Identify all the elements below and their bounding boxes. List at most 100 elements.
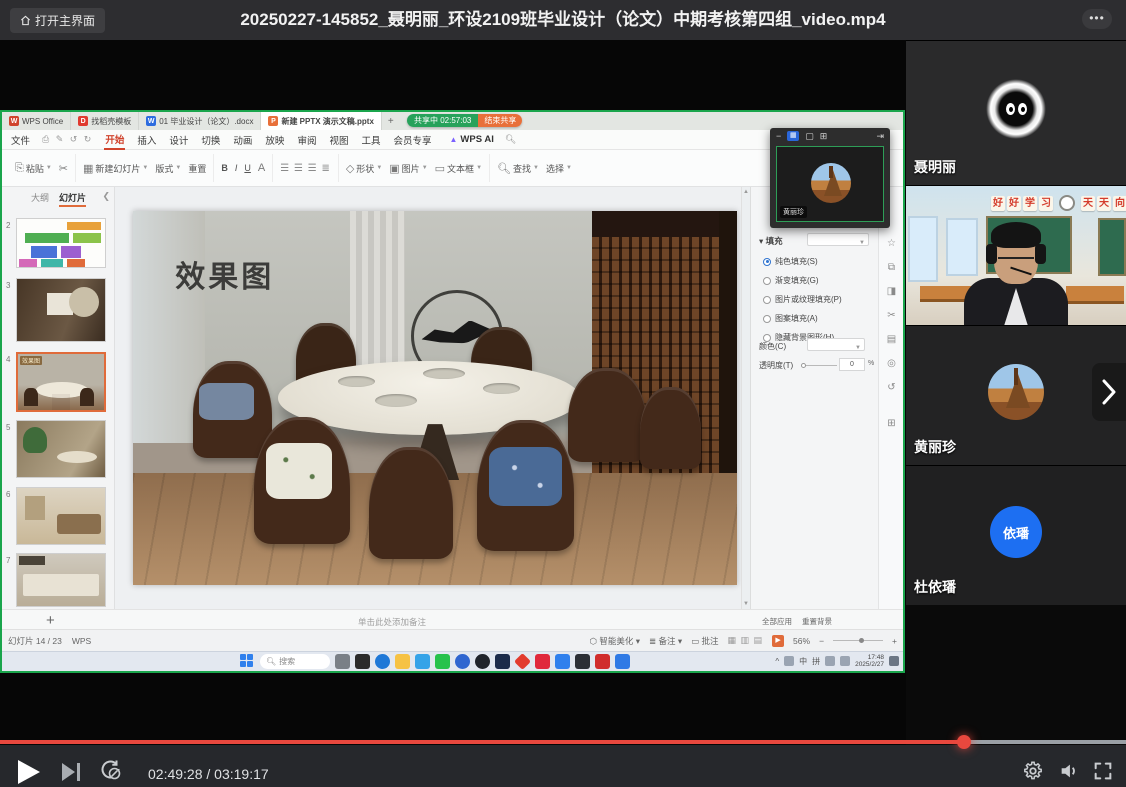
picture-icon: ▣ [389, 162, 399, 175]
menu-design: 设计 [168, 131, 189, 149]
banner-char-card: 向 [1113, 196, 1126, 211]
slide-group: ▦ 新建幻灯片 ▼ 版式 ▼ 重置 [76, 154, 214, 182]
radio-selected-icon [763, 258, 771, 266]
seek-bar[interactable] [0, 740, 1126, 744]
taskbar-clock: 17:48 2025/2/27 [855, 654, 884, 668]
slide-thumbnail-dark-interior [16, 278, 106, 342]
participant-tile-2-video[interactable]: 好 好 学 习 天 天 向 [906, 185, 1126, 325]
menu-search-icon: 🔍︎ [505, 134, 516, 145]
layers-icon: ◨ [885, 285, 898, 298]
wps-brand-label: WPS [72, 636, 91, 646]
fill-label: 填充 [766, 236, 783, 246]
tray-volume-icon [840, 656, 850, 666]
caret-icon: ▼ [566, 165, 572, 171]
menu-tools: 工具 [360, 131, 381, 149]
scroll-down-icon: ▼ [743, 601, 749, 607]
participant-tile-4[interactable]: 依璠 杜依璠 [906, 465, 1126, 605]
color-dropdown: ▼ [807, 338, 865, 351]
speaker-icon [1058, 760, 1080, 782]
participant-tile-1[interactable]: 聂明丽 [906, 40, 1126, 185]
wps-toolbar: ⎘ 粘贴 ▼ ✂ ▦ 新建幻灯片 ▼ 版式 ▼ [2, 150, 903, 187]
fill-option-label: 渐变填充(G) [775, 275, 819, 286]
add-slide-plus-button: + [46, 612, 55, 629]
classroom-window [946, 218, 978, 276]
person-glasses [998, 250, 1034, 259]
menu-review: 审阅 [296, 131, 317, 149]
caret-icon: ▼ [142, 165, 148, 171]
find-label: 查找 [513, 162, 531, 175]
settings-strip-icon: ⊞ [885, 417, 898, 430]
wps-ai-button: ▲ WPS AI [450, 134, 494, 145]
video-content[interactable]: W WPS Office D 找稻壳模板 W 01 毕业设计（论文）.docx … [0, 40, 906, 745]
settings-button[interactable] [1022, 760, 1044, 782]
slide-number: 3 [6, 281, 14, 290]
next-participants-button[interactable] [1092, 363, 1126, 421]
stop-sharing-badge: 结束共享 [478, 114, 522, 127]
collapse-right-icon: ⇥ [876, 131, 884, 142]
textbox-icon: ▭ [435, 162, 445, 175]
panel-icon: ▤ [885, 333, 898, 346]
table-dish [338, 376, 374, 387]
object-properties-panel: ▾ 填充 ▼ 纯色填充(S) 渐变填充(G) 图片或纹理填充(P) 图案填充(A… [750, 187, 878, 609]
chevron-right-icon [1101, 379, 1117, 405]
taskbar-app-icon [415, 654, 430, 669]
start-button [240, 654, 255, 669]
seek-bar-handle[interactable] [957, 735, 971, 749]
caret-icon: ▼ [533, 165, 539, 171]
sharing-status-badge: 共享中 02:57:03 [407, 114, 478, 127]
menu-member: 会员专享 [392, 131, 432, 149]
shape-button: ◇ 形状 ▼ [346, 162, 382, 175]
beautify-label: 智能美化 [599, 636, 633, 646]
mountain-shape [1006, 374, 1030, 408]
cushion-floral [266, 443, 332, 499]
time-display: 02:49:28 / 03:19:17 [148, 766, 269, 782]
history-icon: ↺ [885, 381, 898, 394]
paragraph-group: ☰ ☰ ☰ ≣ [273, 154, 339, 182]
window-icon: ▢ [805, 131, 814, 142]
taskbar-app-icon [514, 653, 531, 670]
minimize-icon: − [776, 131, 781, 141]
help-icon: ◎ [885, 357, 898, 370]
chair-shape [568, 368, 647, 462]
wps-menu-bar: 文件 ⎙ ✎ ↺ ↻ 开始 插入 设计 切换 动画 放映 审阅 视图 工具 会员… [2, 130, 903, 150]
panel-tabs: 大纲 幻灯片 [2, 191, 115, 207]
taskbar-app-icon [455, 654, 470, 669]
menu-transition: 切换 [200, 131, 221, 149]
new-slide-label: 新建幻灯片 [95, 162, 140, 175]
zoom-slider [833, 640, 883, 641]
bold-button: B [221, 163, 228, 173]
slide-canvas-image: 效果图 [133, 211, 737, 585]
loop-timer-button[interactable] [99, 758, 123, 782]
banner-char-card: 习 [1039, 196, 1053, 211]
banner-char-card: 天 [1097, 196, 1111, 211]
windows-taskbar: 🔍︎ 搜索 [2, 651, 903, 671]
docx-tab: W 01 毕业设计（论文）.docx [139, 112, 261, 130]
menu-insert: 插入 [136, 131, 157, 149]
color-label: 颜色(C) [759, 341, 786, 352]
taskbar-app-icon [615, 654, 630, 669]
radio-icon [763, 296, 771, 304]
paste-button: ⎘ 粘贴 ▼ [15, 162, 52, 175]
loop-timer-icon [99, 758, 123, 782]
next-icon-bar [77, 763, 80, 781]
fullscreen-button[interactable] [1092, 760, 1114, 782]
fill-option-picture: 图片或纹理填充(P) [763, 294, 842, 305]
notes-bar: + 单击此处添加备注 全部应用 重置背景 [2, 609, 903, 629]
slide-thumbnail-dining-selected: 效果图 [16, 352, 106, 412]
caret-icon: ▼ [422, 165, 428, 171]
menu-home: 开始 [104, 130, 125, 150]
slide-counter: 幻灯片 14 / 23 [8, 635, 62, 647]
participant-name: 杜依璠 [914, 577, 956, 597]
system-tray: ^ 中 拼 17:48 2025/2/27 [775, 654, 899, 668]
slide-number: 5 [6, 423, 14, 432]
more-options-button[interactable]: ••• [1082, 9, 1112, 29]
volume-button[interactable] [1058, 760, 1080, 782]
tower-shape [829, 166, 833, 178]
play-button[interactable] [18, 760, 40, 784]
slide-thumbnail-kitchen [16, 553, 106, 607]
percent-sign: % [868, 360, 874, 367]
view-mode-icons: ▦ ▥ ▤ [728, 635, 764, 646]
caret-icon: ▼ [46, 165, 52, 171]
wps-status-bar: 幻灯片 14 / 23 WPS ⬡ 智能美化 ▾ ≣ 备注 ▾ ▭ 批注 ▦ ▥… [2, 629, 903, 651]
banner-char-card: 天 [1081, 196, 1095, 211]
